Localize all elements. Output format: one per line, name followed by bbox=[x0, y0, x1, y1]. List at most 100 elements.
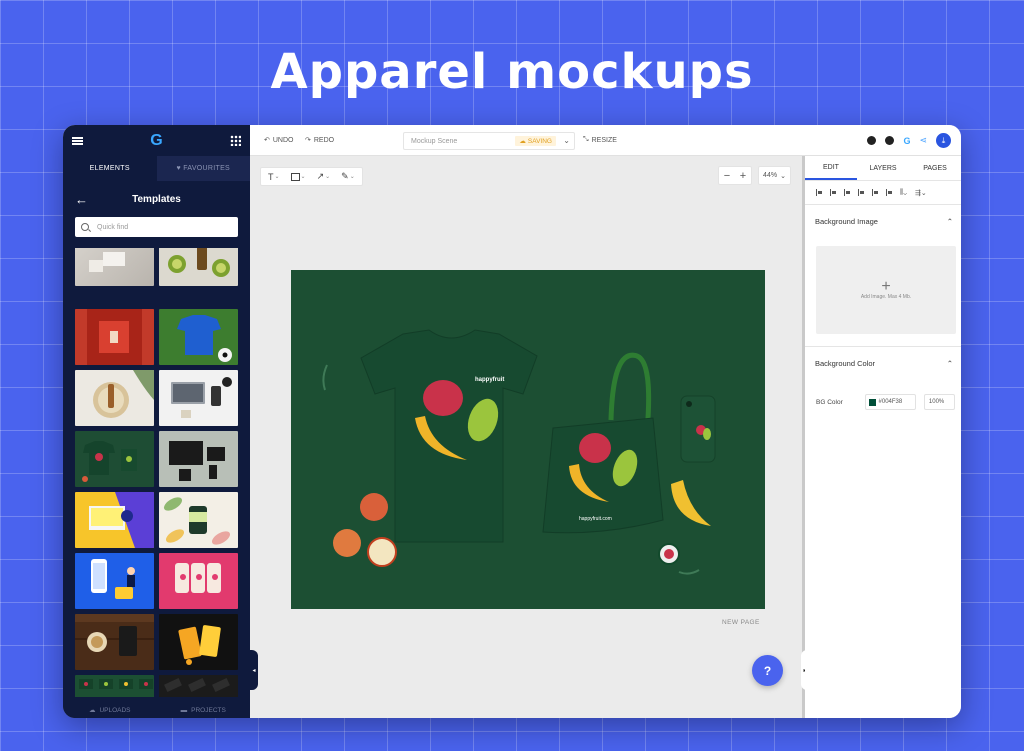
redo-button[interactable]: ↷ REDO bbox=[305, 136, 335, 145]
tab-elements[interactable]: ELEMENTS bbox=[63, 156, 157, 181]
search-placeholder: Quick find bbox=[97, 223, 129, 231]
resize-label: RESIZE bbox=[591, 136, 617, 144]
template-thumbnail[interactable] bbox=[75, 248, 154, 286]
undo-button[interactable]: ↶ UNDO bbox=[264, 136, 294, 145]
align-bottom-icon[interactable] bbox=[886, 189, 892, 196]
template-thumbnail[interactable] bbox=[159, 431, 238, 487]
chevron-down-icon: ⌄ bbox=[300, 174, 306, 180]
editor-window: G ELEMENTS ♥ FAVOURITES ← Templates Quic… bbox=[63, 125, 961, 718]
tab-layers[interactable]: LAYERS bbox=[857, 156, 909, 180]
new-page-button[interactable]: NEW PAGE bbox=[722, 619, 760, 626]
template-thumbnail[interactable] bbox=[159, 614, 238, 670]
template-thumbnail-art bbox=[178, 625, 221, 665]
quick-find-input[interactable]: Quick find bbox=[75, 217, 238, 237]
sidebar-bottom-tabs: ☁ UPLOADS ▬ PROJECTS bbox=[63, 702, 250, 718]
chevron-down-icon: ⌄ bbox=[780, 172, 786, 180]
bg-color-input[interactable]: #004F38 bbox=[864, 394, 916, 410]
template-thumbnail[interactable] bbox=[75, 553, 154, 609]
topbar-actions: G ⋖ ⤓ bbox=[867, 133, 951, 148]
shape-tool[interactable]: ⌄ bbox=[290, 172, 306, 181]
scene-name-field[interactable]: Mockup Scene ☁ SAVING ⌄ bbox=[403, 132, 575, 150]
align-right-icon[interactable] bbox=[844, 189, 850, 196]
help-button[interactable]: ? bbox=[752, 655, 783, 686]
arrange-icon[interactable]: ⇶⌄ bbox=[915, 189, 927, 197]
undo-label: UNDO bbox=[272, 136, 294, 144]
opacity-input[interactable]: 100% bbox=[923, 394, 955, 410]
settings-icon[interactable] bbox=[885, 136, 895, 145]
align-middle-icon[interactable] bbox=[872, 189, 878, 196]
resize-button[interactable]: ⤡ RESIZE bbox=[583, 136, 617, 144]
template-thumbnail[interactable] bbox=[159, 675, 238, 697]
apple bbox=[333, 529, 361, 557]
app-logo[interactable]: G bbox=[150, 132, 162, 150]
tab-edit[interactable]: EDIT bbox=[805, 156, 857, 180]
menu-icon[interactable] bbox=[72, 136, 83, 145]
cloud-icon: ☁ bbox=[88, 707, 96, 714]
template-thumbnail-art bbox=[91, 559, 135, 599]
chevron-down-icon[interactable]: ⌄ bbox=[563, 136, 570, 145]
tab-favourites-label: FAVOURITES bbox=[183, 165, 231, 172]
folder-icon: ▬ bbox=[180, 706, 188, 714]
chevron-down-icon: ⌄ bbox=[274, 174, 280, 180]
align-left-icon[interactable] bbox=[816, 189, 822, 196]
text-tool-label: T bbox=[268, 171, 274, 182]
background-image-section-header[interactable]: Background Image ⌃ bbox=[805, 207, 961, 235]
template-thumbnail[interactable] bbox=[75, 675, 154, 697]
color-swatch[interactable] bbox=[868, 398, 876, 406]
background-color-section-header[interactable]: Background Color ⌃ bbox=[805, 349, 961, 377]
design-canvas[interactable]: happyfruit happyfruit.com bbox=[291, 270, 765, 609]
back-arrow-icon[interactable]: ← bbox=[75, 192, 88, 207]
distribute-icon[interactable]: ⫼⌄ bbox=[900, 189, 907, 197]
bg-color-label: BG Color bbox=[816, 398, 843, 406]
template-thumbnail[interactable] bbox=[159, 553, 238, 609]
tab-favourites[interactable]: ♥ FAVOURITES bbox=[156, 156, 250, 181]
template-thumbnail[interactable] bbox=[75, 370, 154, 426]
apple-graphic bbox=[423, 380, 463, 416]
template-thumbnail[interactable] bbox=[159, 309, 238, 365]
projects-tab[interactable]: ▬ PROJECTS bbox=[157, 702, 251, 718]
template-thumbnail[interactable] bbox=[75, 431, 154, 487]
properties-panel: EDIT LAYERS PAGES ⫼⌄ ⇶⌄ Background Image… bbox=[805, 156, 961, 718]
arrow-tool[interactable]: ↗ ⌄ bbox=[317, 171, 331, 182]
zoom-out-button[interactable]: − bbox=[724, 170, 730, 182]
download-button[interactable]: ⤓ bbox=[936, 133, 951, 148]
badge-sticker-inner bbox=[664, 549, 674, 559]
redo-label: REDO bbox=[313, 136, 335, 144]
apparel-mockup-scene: happyfruit happyfruit.com bbox=[322, 329, 716, 575]
resize-icon: ⤡ bbox=[583, 136, 589, 143]
share-icon[interactable]: ⋖ bbox=[919, 135, 927, 146]
align-top-icon[interactable] bbox=[858, 189, 864, 196]
zoom-in-button[interactable]: + bbox=[740, 170, 746, 182]
chevron-down-icon: ⌄ bbox=[325, 174, 331, 180]
background-image-upload[interactable]: + Add Image. Max 4 Mb. bbox=[816, 246, 956, 334]
upload-hint: Add Image. Max 4 Mb. bbox=[860, 294, 912, 300]
text-tool[interactable]: T ⌄ bbox=[268, 172, 280, 182]
template-thumbnail-art bbox=[175, 563, 221, 593]
cloud-icon: ☁ bbox=[519, 138, 526, 145]
zoom-buttons: − + bbox=[718, 166, 752, 185]
brand-g-icon[interactable]: G bbox=[903, 136, 910, 146]
tab-pages[interactable]: PAGES bbox=[909, 156, 961, 180]
alignment-toolbar: ⫼⌄ ⇶⌄ bbox=[805, 181, 961, 205]
download-icon: ⤓ bbox=[941, 135, 946, 145]
template-thumbnail-art bbox=[82, 441, 137, 482]
template-thumbnail[interactable] bbox=[159, 492, 238, 548]
align-center-icon[interactable] bbox=[830, 189, 836, 196]
properties-tabs: EDIT LAYERS PAGES bbox=[805, 156, 961, 181]
zoom-level-select[interactable]: 44% ⌄ bbox=[758, 166, 791, 185]
chevron-left-icon: ◂ bbox=[252, 667, 256, 674]
pen-tool[interactable]: ✎ ⌄ bbox=[341, 171, 355, 182]
template-thumbnail-art bbox=[164, 677, 230, 693]
template-thumbnail[interactable] bbox=[75, 492, 154, 548]
tshirt-label: happyfruit bbox=[475, 377, 504, 383]
collapse-left-panel-button[interactable]: ◂ bbox=[250, 650, 258, 690]
template-thumbnail[interactable] bbox=[75, 614, 154, 670]
uploads-tab[interactable]: ☁ UPLOADS bbox=[63, 702, 157, 718]
apps-grid-icon[interactable] bbox=[229, 135, 241, 146]
template-thumbnail[interactable] bbox=[159, 370, 238, 426]
template-thumbnail[interactable] bbox=[75, 309, 154, 365]
scene-name: Mockup Scene bbox=[411, 137, 458, 145]
template-thumbnail[interactable] bbox=[159, 248, 238, 286]
chevron-up-icon: ⌃ bbox=[946, 216, 953, 226]
graduation-cap-icon[interactable] bbox=[867, 136, 877, 145]
